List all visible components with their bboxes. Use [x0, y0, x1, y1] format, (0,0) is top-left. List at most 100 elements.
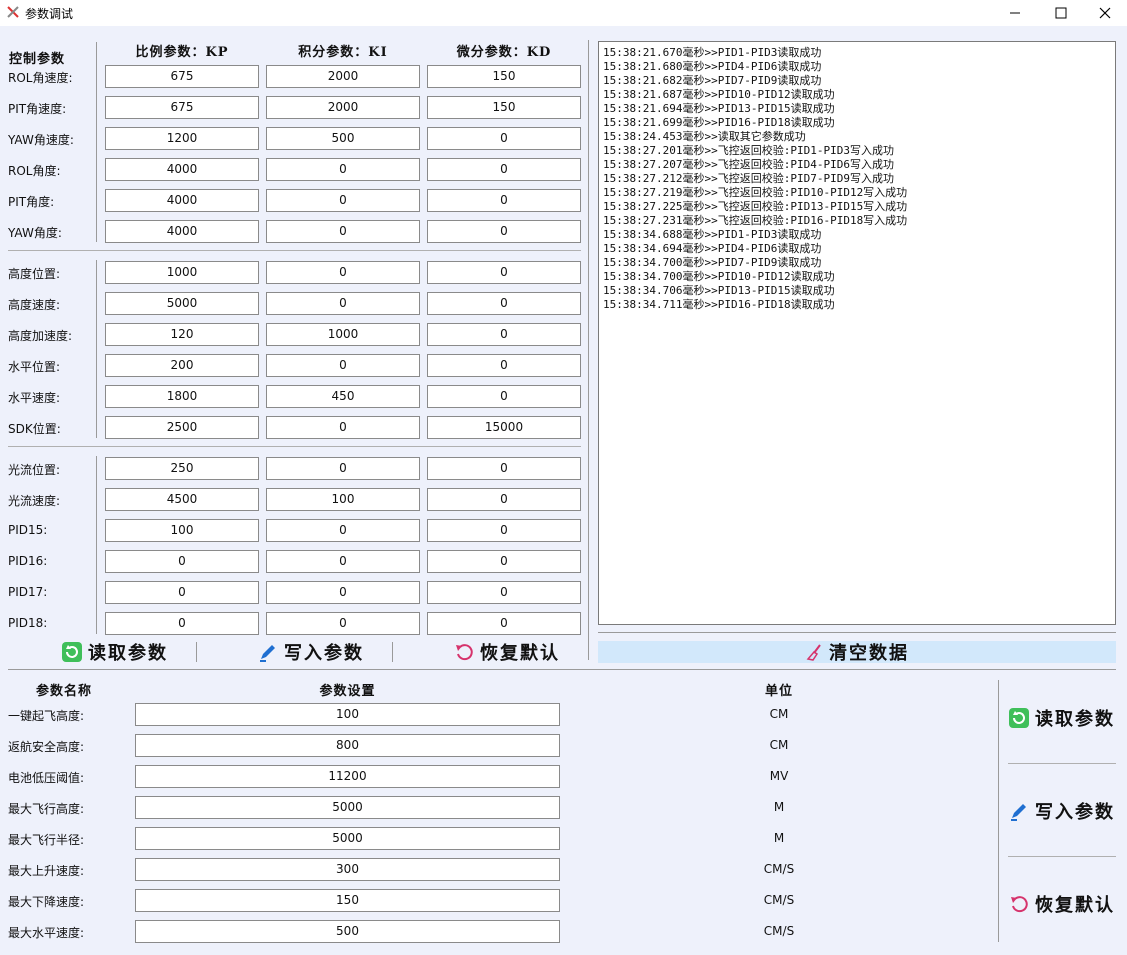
setting-value-input[interactable]: 300: [135, 858, 560, 881]
kp-input[interactable]: 4000: [105, 220, 259, 243]
pid-row-label: ROL角度:: [8, 164, 61, 178]
kp-input[interactable]: 1000: [105, 261, 259, 284]
ki-input[interactable]: 0: [266, 612, 420, 635]
setting-value-input[interactable]: 800: [135, 734, 560, 757]
kd-input[interactable]: 0: [427, 519, 581, 542]
setting-value-input[interactable]: 5000: [135, 796, 560, 819]
minimize-button[interactable]: [992, 0, 1038, 26]
ki-input[interactable]: 0: [266, 158, 420, 181]
kp-input[interactable]: 1800: [105, 385, 259, 408]
pid-row-label: PID16:: [8, 554, 48, 568]
ki-input[interactable]: 2000: [266, 65, 420, 88]
kp-input[interactable]: 4500: [105, 488, 259, 511]
ki-input[interactable]: 500: [266, 127, 420, 150]
ki-input[interactable]: 450: [266, 385, 420, 408]
settings-write-button[interactable]: 写入参数: [1004, 797, 1120, 825]
kd-input[interactable]: 150: [427, 96, 581, 119]
kd-input[interactable]: 0: [427, 612, 581, 635]
title-bar: 参数调试: [0, 0, 1127, 26]
setting-value-input[interactable]: 500: [135, 920, 560, 943]
kd-input[interactable]: 150: [427, 65, 581, 88]
read-params-label: 读取参数: [88, 643, 168, 664]
ki-input[interactable]: 0: [266, 292, 420, 315]
settings-restore-button[interactable]: 恢复默认: [1004, 890, 1120, 918]
divider: [8, 250, 581, 251]
ki-input[interactable]: 0: [266, 519, 420, 542]
restore-default-button[interactable]: 恢复默认: [432, 638, 582, 666]
pid-row-label: 水平速度:: [8, 391, 61, 405]
param-name-header: 参数名称: [36, 684, 93, 699]
kp-input[interactable]: 675: [105, 96, 259, 119]
kd-input[interactable]: 0: [427, 261, 581, 284]
ki-input[interactable]: 0: [266, 189, 420, 212]
kd-input[interactable]: 0: [427, 354, 581, 377]
clear-data-label: 清空数据: [829, 643, 909, 664]
kd-input[interactable]: 0: [427, 457, 581, 480]
ki-input[interactable]: 0: [266, 550, 420, 573]
kd-input[interactable]: 0: [427, 189, 581, 212]
param-value-header: 参数设置: [319, 684, 376, 699]
ki-input[interactable]: 0: [266, 220, 420, 243]
pid-row-label: PIT角速度:: [8, 102, 67, 116]
settings-read-button[interactable]: 读取参数: [1004, 704, 1120, 732]
pid-row-label: 高度位置:: [8, 267, 61, 281]
setting-unit: CM: [769, 707, 789, 721]
read-params-button[interactable]: 读取参数: [40, 638, 190, 666]
ki-input[interactable]: 0: [266, 354, 420, 377]
ki-input[interactable]: 2000: [266, 96, 420, 119]
divider: [196, 642, 197, 662]
log-line: 15:38:24.453毫秒>>读取其它参数成功: [603, 130, 806, 143]
kp-input[interactable]: 0: [105, 612, 259, 635]
write-params-button[interactable]: 写入参数: [236, 638, 386, 666]
ki-input[interactable]: 100: [266, 488, 420, 511]
kp-input[interactable]: 0: [105, 550, 259, 573]
setting-label: 一键起飞高度:: [8, 709, 85, 723]
kd-input[interactable]: 0: [427, 581, 581, 604]
setting-value-input[interactable]: 100: [135, 703, 560, 726]
kd-input[interactable]: 15000: [427, 416, 581, 439]
kp-input[interactable]: 250: [105, 457, 259, 480]
kp-input[interactable]: 2500: [105, 416, 259, 439]
setting-label: 最大上升速度:: [8, 864, 85, 878]
ki-input[interactable]: 1000: [266, 323, 420, 346]
log-output[interactable]: 15:38:21.670毫秒>>PID1-PID3读取成功 15:38:21.68…: [598, 41, 1116, 625]
kd-input[interactable]: 0: [427, 127, 581, 150]
settings-restore-label: 恢复默认: [1035, 895, 1115, 916]
kp-input[interactable]: 675: [105, 65, 259, 88]
kd-input[interactable]: 0: [427, 550, 581, 573]
kd-input[interactable]: 0: [427, 323, 581, 346]
kd-input[interactable]: 0: [427, 385, 581, 408]
setting-value-input[interactable]: 150: [135, 889, 560, 912]
kd-input[interactable]: 0: [427, 220, 581, 243]
ki-input[interactable]: 0: [266, 261, 420, 284]
setting-value-input[interactable]: 11200: [135, 765, 560, 788]
divider: [1008, 856, 1116, 857]
maximize-icon: [1055, 7, 1067, 19]
divider: [8, 669, 1116, 670]
setting-unit: CM/S: [763, 924, 795, 938]
ki-input[interactable]: 0: [266, 457, 420, 480]
ki-input[interactable]: 0: [266, 416, 420, 439]
maximize-button[interactable]: [1038, 0, 1084, 26]
kp-input[interactable]: 0: [105, 581, 259, 604]
setting-unit: MV: [769, 769, 789, 783]
close-button[interactable]: [1082, 0, 1127, 26]
clear-data-button[interactable]: 清空数据: [598, 641, 1116, 664]
setting-unit: CM/S: [763, 893, 795, 907]
kp-input[interactable]: 5000: [105, 292, 259, 315]
kp-input[interactable]: 1200: [105, 127, 259, 150]
kp-input[interactable]: 100: [105, 519, 259, 542]
restore-default-label: 恢复默认: [480, 643, 560, 664]
kp-input[interactable]: 4000: [105, 189, 259, 212]
kd-input[interactable]: 0: [427, 488, 581, 511]
kd-input[interactable]: 0: [427, 158, 581, 181]
kp-input[interactable]: 4000: [105, 158, 259, 181]
kp-input[interactable]: 120: [105, 323, 259, 346]
kd-input[interactable]: 0: [427, 292, 581, 315]
ki-input[interactable]: 0: [266, 581, 420, 604]
undo-icon: [456, 644, 473, 661]
setting-value-input[interactable]: 5000: [135, 827, 560, 850]
kp-input[interactable]: 200: [105, 354, 259, 377]
pid-row-label: 光流位置:: [8, 463, 61, 477]
divider: [588, 40, 589, 660]
